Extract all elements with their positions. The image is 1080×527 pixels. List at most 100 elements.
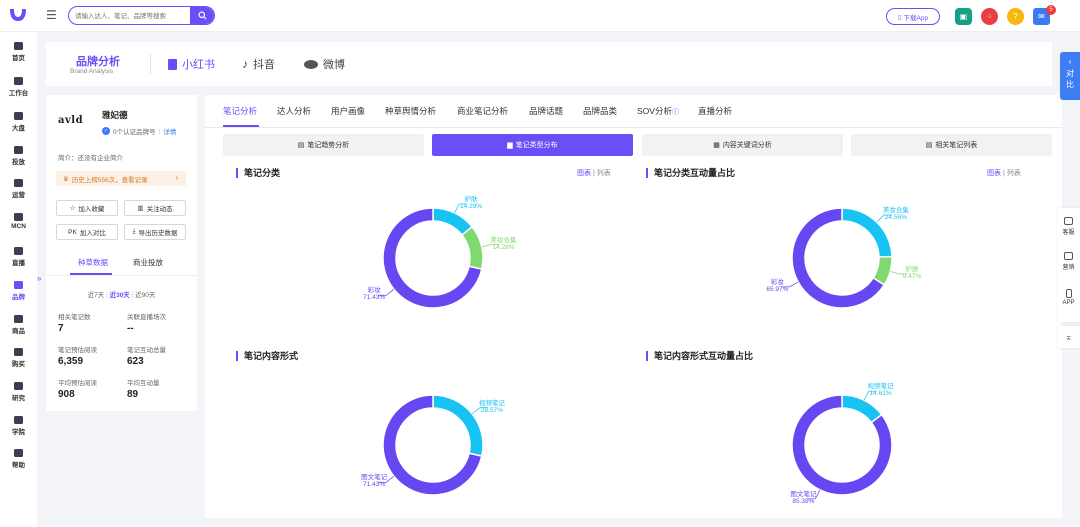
back-to-top-icon[interactable]: ⌅ (1057, 326, 1080, 348)
cert-detail-link[interactable]: 详情 (163, 126, 176, 136)
analysis-panel: 笔记分析 达人分析 用户画像 种草舆情分析 商业笔记分析 品牌话题 品牌品类 S… (205, 95, 1062, 518)
slice-label: 视频笔记 14.61% (868, 383, 894, 397)
weibo-icon (304, 59, 318, 69)
download-icon: ⤓ (132, 228, 136, 235)
gift-icon[interactable]: ▣ (955, 8, 972, 25)
xiaohongshu-icon (168, 58, 177, 70)
mobile-icon (1065, 289, 1072, 298)
tab-seeding-data[interactable]: 种草数据 (78, 257, 108, 268)
stat-value: 623 (127, 356, 144, 367)
brand-intro: 简介：还没有企业简介 (58, 155, 123, 162)
stat-label: 关联直播场次 (127, 314, 166, 321)
notification-badge: 5 (1046, 5, 1056, 15)
academy-icon (14, 416, 23, 424)
brand-info-panel: avld 雅妃德 ✓ 0个认证品牌号 | 详情 简介：还没有企业简介 ♛ 历史上… (46, 95, 197, 411)
menu-icon[interactable]: ☰ (46, 9, 57, 21)
help-circle-icon (14, 449, 23, 457)
mcn-icon (14, 213, 23, 221)
search-input[interactable] (75, 10, 193, 22)
range-7d[interactable]: 近7天 (88, 292, 105, 299)
brand-logo: avld (58, 115, 84, 126)
tab-commercial[interactable]: 商业投放 (133, 257, 163, 268)
chart-icon: ▥ (137, 205, 144, 212)
star-icon: ☆ (69, 205, 76, 212)
brand-name: 雅妃德 (102, 110, 128, 120)
sidebar-item-brand[interactable]: 品牌 (0, 281, 37, 301)
search-button[interactable] (190, 7, 214, 24)
research-icon (14, 382, 23, 390)
donut-svg (791, 390, 893, 500)
ops-icon (14, 179, 23, 187)
export-history-button[interactable]: ⤓ 导出历史数据 (124, 224, 186, 240)
top-bar: ☰ ▯ 下载App ▣ ⁘ ? ✉ 5 (0, 0, 1080, 32)
customer-service-button[interactable]: 客服 (1057, 217, 1080, 236)
add-favorite-button[interactable]: ☆ 加入收藏 (56, 200, 118, 216)
stat-value: 908 (58, 389, 75, 400)
follow-updates-button[interactable]: ▥ 关注动态 (124, 200, 186, 216)
headset-icon (1064, 217, 1073, 225)
date-range-selector: 近7天 | 近30天 | 近90天 (87, 292, 156, 299)
goods-icon (14, 315, 23, 323)
sidebar-item-cart[interactable]: 购买 (0, 348, 37, 368)
slice-label: 图文笔记 85.39% (790, 491, 816, 505)
platform-tab-xiaohongshu[interactable]: 小红书 (168, 56, 215, 72)
desk-icon (14, 77, 23, 85)
ad-icon (14, 146, 23, 154)
stat-value: 89 (127, 389, 139, 400)
monitor-icon (1064, 252, 1073, 260)
slice-value: 14.61% (869, 390, 892, 398)
download-app-button[interactable]: ▯ 下载App (886, 8, 940, 25)
expand-sidebar-icon[interactable]: » (37, 274, 41, 283)
grid-icon[interactable]: ⁘ (981, 8, 998, 25)
sidebar-item-market[interactable]: 大盘 (0, 112, 37, 132)
sidebar-item-ad[interactable]: 投放 (0, 146, 37, 166)
add-compare-button[interactable]: PK 加入对比 (56, 224, 118, 240)
chevron-left-icon: ‹ (1068, 57, 1072, 66)
chevron-right-icon: › (175, 173, 178, 182)
stat-label: 相关笔记数 (58, 314, 91, 321)
slice-name: 图文笔记 (790, 490, 817, 498)
sidebar: 首页 工作台 大盘 投放 运营 MCN 直播 品牌 商品 购买 研究 学院 帮助 (0, 32, 37, 527)
sidebar-item-live[interactable]: 直播 (0, 247, 37, 267)
crown-icon: ♛ (63, 175, 69, 183)
brand-cert: ✓ 0个认证品牌号 | 详情 (102, 126, 177, 136)
home-icon (14, 42, 23, 50)
sidebar-item-academy[interactable]: 学院 (0, 416, 37, 436)
header-divider (150, 54, 151, 74)
right-tools: 客服 营销 APP (1057, 208, 1080, 322)
live-icon (14, 247, 23, 255)
range-90d[interactable]: 近90天 (135, 292, 155, 299)
stat-value: 7 (58, 323, 64, 334)
compare-float-button[interactable]: ‹ 对比 (1060, 52, 1080, 100)
marketing-button[interactable]: 营销 (1057, 252, 1080, 271)
sidebar-item-home[interactable]: 首页 (0, 42, 37, 62)
help-icon[interactable]: ? (1007, 8, 1024, 25)
sidebar-item-ops[interactable]: 运营 (0, 179, 37, 199)
divider (46, 275, 197, 276)
verified-icon: ✓ (102, 127, 110, 135)
range-30d[interactable]: 近30天 (110, 292, 130, 299)
platform-tab-douyin[interactable]: ♪ 抖音 (242, 56, 275, 72)
sidebar-item-desk[interactable]: 工作台 (0, 77, 37, 97)
cart-icon (14, 348, 23, 356)
sidebar-item-mcn[interactable]: MCN (0, 213, 37, 230)
history-rank-banner[interactable]: ♛ 历史上榜556次，查看记录 › (56, 171, 186, 186)
app-logo-icon[interactable] (8, 6, 28, 24)
brand-header: 品牌分析 Brand Analysis 小红书 ♪ 抖音 微博 (46, 42, 1052, 86)
stat-label: 平均预估阅读 (58, 380, 97, 387)
stat-value: -- (127, 323, 134, 334)
platform-tab-weibo[interactable]: 微博 (304, 56, 345, 72)
slice-value: 85.39% (792, 497, 815, 505)
stat-label: 平均互动量 (127, 380, 160, 387)
app-button[interactable]: APP (1057, 289, 1080, 306)
download-app-label: 下载App (903, 14, 929, 22)
douyin-icon: ♪ (242, 57, 248, 71)
market-icon (14, 112, 23, 120)
sidebar-item-research[interactable]: 研究 (0, 382, 37, 402)
page-subtitle: Brand Analysis (70, 68, 113, 75)
page-title: 品牌分析 (76, 56, 120, 68)
sidebar-item-help[interactable]: 帮助 (0, 449, 37, 469)
phone-icon: ▯ (897, 13, 902, 21)
sidebar-item-goods[interactable]: 商品 (0, 315, 37, 335)
brand-icon (14, 281, 23, 289)
